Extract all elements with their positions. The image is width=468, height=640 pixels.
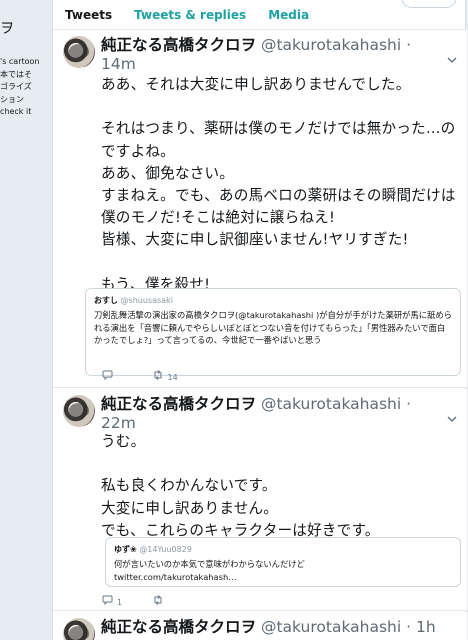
tweet-timestamp[interactable]: 1h — [416, 618, 436, 636]
tweet-3[interactable]: 純正なる高橋タクロヲ @takurotakahashi · 1h — [53, 612, 467, 640]
profile-bio-fragment: 's cartoon 本ではそ ゴライズ ション check it — [0, 56, 40, 119]
quoted-tweet-header: ゆず❀ @14Yuu0829 — [114, 544, 452, 555]
tweet-header: 純正なる高橋タクロヲ @takurotakahashi · — [101, 393, 411, 415]
retweet-count: 14 — [167, 373, 178, 382]
tweet-timestamp[interactable]: 22m — [101, 414, 136, 432]
retweet-icon[interactable] — [152, 595, 164, 608]
display-name[interactable]: 純正なる高橋タクロヲ — [101, 36, 256, 54]
quoted-tweet-text: 何が言いたいのか本気で意味がわからないんだけど twitter.com/taku… — [114, 559, 305, 582]
quoted-tweet[interactable]: ゆず❀ @14Yuu0829 何が言いたいのか本気で意味がわからないんだけど t… — [105, 537, 461, 587]
reply-count: 1 — [117, 598, 123, 607]
reply-icon[interactable] — [101, 370, 113, 383]
tweet-2[interactable]: 純正なる高橋タクロヲ @takurotakahashi · 22m うむ。 私も… — [53, 389, 467, 611]
quoted-tweet[interactable]: おすし @shuusasaki 刀剣乱舞活撃の演出家の高橋タクロヲ(@takur… — [85, 288, 461, 376]
user-handle[interactable]: @takurotakahashi — [261, 395, 401, 413]
tweet-header: 純正なる高橋タクロヲ @takurotakahashi · — [101, 34, 411, 56]
time-separator: · — [401, 618, 416, 636]
tab-tweets-and-replies[interactable]: Tweets & replies — [134, 8, 246, 22]
avatar[interactable] — [63, 36, 95, 68]
bio-line: ション — [0, 94, 24, 104]
time-separator: · — [401, 36, 412, 54]
chevron-down-icon[interactable] — [447, 415, 457, 425]
quoted-display-name: おすし — [94, 296, 118, 305]
tweet-actions: 1 — [101, 595, 196, 609]
tab-tweets[interactable]: Tweets — [65, 8, 112, 22]
quoted-tweet-text: 刀剣乱舞活撃の演出家の高橋タクロヲ(@takurotakahashi )が自分が… — [94, 310, 452, 345]
profile-tabs: Tweets Tweets & replies Media — [53, 0, 465, 30]
quoted-user-handle: @14Yuu0829 — [139, 545, 192, 554]
avatar[interactable] — [63, 395, 95, 427]
tweet-header: 純正なる高橋タクロヲ @takurotakahashi · 1h — [101, 616, 436, 638]
tweet-text: うむ。 私も良くわかんないです。 大変に申し訳ありません。 でも、これらのキャラ… — [101, 433, 380, 539]
tweet-timestamp[interactable]: 14m — [101, 55, 136, 73]
reply-icon[interactable] — [101, 595, 113, 608]
chevron-down-icon[interactable] — [447, 56, 457, 66]
display-name[interactable]: 純正なる高橋タクロヲ — [101, 395, 256, 413]
retweet-icon[interactable] — [152, 370, 164, 383]
profile-name-fragment: ヲ — [0, 21, 14, 37]
bio-line: 's cartoon — [0, 57, 40, 66]
quoted-tweet-header: おすし @shuusasaki — [94, 295, 452, 306]
tab-media[interactable]: Media — [268, 8, 309, 22]
quoted-display-name: ゆず❀ — [114, 545, 137, 554]
display-name[interactable]: 純正なる高橋タクロヲ — [101, 618, 256, 636]
tweet-text: ああ、それは大変に申し訳ありませんでした。 それはつまり、薬研は僕のモノだけでは… — [101, 76, 456, 293]
tweet-1[interactable]: 純正なる高橋タクロヲ @takurotakahashi · 14m ああ、それは… — [53, 30, 467, 388]
follow-button[interactable] — [401, 0, 457, 8]
timeline-column: Tweets Tweets & replies Media 純正なる高橋タクロヲ… — [52, 0, 467, 640]
user-handle[interactable]: @takurotakahashi — [261, 36, 401, 54]
user-handle[interactable]: @takurotakahashi — [261, 618, 401, 636]
bio-line: ゴライズ — [0, 82, 32, 91]
time-separator: · — [401, 395, 412, 413]
quoted-user-handle: @shuusasaki — [120, 296, 173, 305]
tweet-actions: 14 — [101, 370, 196, 384]
avatar[interactable] — [63, 618, 95, 640]
left-profile-strip: ヲ 's cartoon 本ではそ ゴライズ ション check it — [0, 0, 52, 640]
bio-link[interactable]: check it — [0, 106, 40, 119]
bio-line: 本ではそ — [0, 69, 32, 79]
